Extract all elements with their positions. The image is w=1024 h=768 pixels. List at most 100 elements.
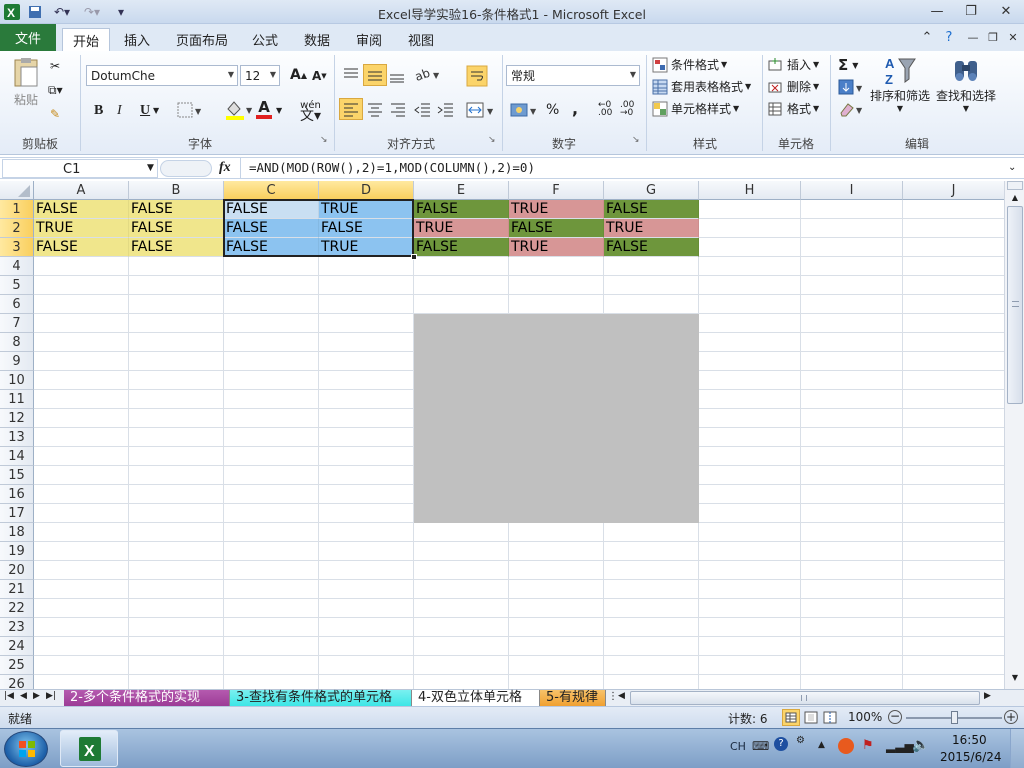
autosum-button[interactable]: Σ ▼ [838, 56, 858, 74]
cell-styles-button[interactable]: 单元格样式 ▼ [652, 100, 739, 117]
cell-b11[interactable] [129, 390, 224, 409]
cell-j24[interactable] [903, 637, 1004, 656]
merge-center-icon[interactable]: ▼ [466, 101, 496, 119]
cell-i16[interactable] [801, 485, 903, 504]
cell-c8[interactable] [224, 333, 319, 352]
cell-d5[interactable] [319, 276, 414, 295]
cell-a25[interactable] [34, 656, 129, 675]
cell-i18[interactable] [801, 523, 903, 542]
cell-b12[interactable] [129, 409, 224, 428]
cell-e26[interactable] [414, 675, 509, 689]
tab-insert[interactable]: 插入 [114, 28, 160, 51]
cell-g3[interactable]: FALSE [604, 238, 699, 257]
sheet-tab-4-active[interactable]: 4-双色立体单元格 [412, 690, 540, 706]
cell-d8[interactable] [319, 333, 414, 352]
cell-j15[interactable] [903, 466, 1004, 485]
number-dialog-launcher-icon[interactable]: ↘ [632, 135, 640, 145]
scroll-up-icon[interactable]: ▲ [1007, 191, 1023, 205]
cell-a2[interactable]: TRUE [34, 219, 129, 238]
cell-h16[interactable] [699, 485, 801, 504]
cell-i10[interactable] [801, 371, 903, 390]
cell-a19[interactable] [34, 542, 129, 561]
cell-a11[interactable] [34, 390, 129, 409]
cell-e25[interactable] [414, 656, 509, 675]
cell-j3[interactable] [903, 238, 1004, 257]
cell-c26[interactable] [224, 675, 319, 689]
security-tray-icon[interactable] [838, 738, 854, 754]
cell-d7[interactable] [319, 314, 414, 333]
first-sheet-icon[interactable]: |◀ [4, 691, 14, 701]
zoom-slider[interactable] [906, 711, 1002, 724]
cell-h21[interactable] [699, 580, 801, 599]
network-icon[interactable]: ▂▃▅ [886, 739, 914, 753]
cell-j6[interactable] [903, 295, 1004, 314]
cell-a23[interactable] [34, 618, 129, 637]
column-header-i[interactable]: I [801, 181, 903, 200]
cell-a9[interactable] [34, 352, 129, 371]
cell-g26[interactable] [604, 675, 699, 689]
tab-review[interactable]: 审阅 [346, 28, 392, 51]
format-cells-button[interactable]: 格式 ▼ [768, 100, 819, 117]
cell-g4[interactable] [604, 257, 699, 276]
cell-i11[interactable] [801, 390, 903, 409]
cell-f26[interactable] [509, 675, 604, 689]
cell-e3[interactable]: FALSE [414, 238, 509, 257]
column-header-e[interactable]: E [414, 181, 509, 200]
cell-i15[interactable] [801, 466, 903, 485]
row-header-21[interactable]: 21 [0, 580, 34, 599]
cell-d26[interactable] [319, 675, 414, 689]
row-header-9[interactable]: 9 [0, 352, 34, 371]
cell-b23[interactable] [129, 618, 224, 637]
cell-g19[interactable] [604, 542, 699, 561]
cell-c7[interactable] [224, 314, 319, 333]
tab-formulas[interactable]: 公式 [242, 28, 288, 51]
cell-j19[interactable] [903, 542, 1004, 561]
page-layout-view-icon[interactable] [803, 710, 819, 728]
cell-d22[interactable] [319, 599, 414, 618]
cell-b16[interactable] [129, 485, 224, 504]
cell-h24[interactable] [699, 637, 801, 656]
cell-c15[interactable] [224, 466, 319, 485]
font-name-combo[interactable]: DotumChe ▼ [86, 65, 238, 86]
cell-b17[interactable] [129, 504, 224, 523]
row-header-23[interactable]: 23 [0, 618, 34, 637]
cell-f21[interactable] [509, 580, 604, 599]
cell-g6[interactable] [604, 295, 699, 314]
row-header-24[interactable]: 24 [0, 637, 34, 656]
tray-settings-icon[interactable]: ⚙ [796, 735, 805, 746]
format-as-table-button[interactable]: 套用表格格式 ▼ [652, 78, 751, 95]
row-header-11[interactable]: 11 [0, 390, 34, 409]
sheet-tab-3[interactable]: 3-查找有条件格式的单元格 [230, 690, 412, 706]
cell-c12[interactable] [224, 409, 319, 428]
clock-date[interactable]: 2015/6/24 [940, 750, 1002, 764]
cell-j26[interactable] [903, 675, 1004, 689]
cell-h9[interactable] [699, 352, 801, 371]
cell-c18[interactable] [224, 523, 319, 542]
row-header-13[interactable]: 13 [0, 428, 34, 447]
cell-i20[interactable] [801, 561, 903, 580]
help-icon[interactable]: ? [936, 28, 962, 46]
cell-h18[interactable] [699, 523, 801, 542]
cell-i19[interactable] [801, 542, 903, 561]
zoom-level[interactable]: 100% [848, 710, 882, 724]
row-header-16[interactable]: 16 [0, 485, 34, 504]
chevron-down-icon[interactable]: ▼ [153, 106, 159, 115]
cell-f2[interactable]: FALSE [509, 219, 604, 238]
chevron-down-icon[interactable]: ▼ [276, 106, 282, 115]
cell-i4[interactable] [801, 257, 903, 276]
fill-icon[interactable]: ▼ [838, 79, 864, 95]
close-button[interactable]: ✕ [993, 2, 1019, 20]
cell-e2[interactable]: TRUE [414, 219, 509, 238]
cell-j2[interactable] [903, 219, 1004, 238]
fill-handle[interactable] [411, 254, 417, 260]
row-header-6[interactable]: 6 [0, 295, 34, 314]
cell-h6[interactable] [699, 295, 801, 314]
cell-b19[interactable] [129, 542, 224, 561]
cell-g2[interactable]: TRUE [604, 219, 699, 238]
row-header-5[interactable]: 5 [0, 276, 34, 295]
cell-h19[interactable] [699, 542, 801, 561]
cell-a22[interactable] [34, 599, 129, 618]
fill-color-icon[interactable]: ▼ [224, 99, 254, 121]
cell-f18[interactable] [509, 523, 604, 542]
cell-f24[interactable] [509, 637, 604, 656]
